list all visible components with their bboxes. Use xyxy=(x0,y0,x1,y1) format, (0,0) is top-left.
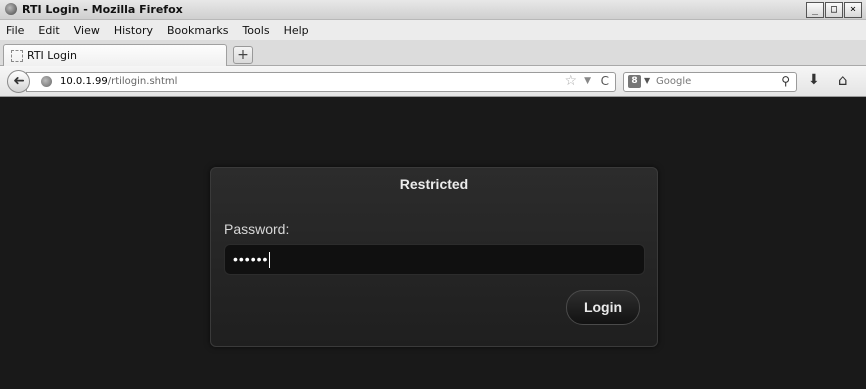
login-button[interactable]: Login xyxy=(566,290,640,325)
tab-label: RTI Login xyxy=(27,49,77,62)
panel-divider xyxy=(211,200,657,201)
title-bar: RTI Login - Mozilla Firefox _ □ × xyxy=(0,0,866,20)
navigation-bar: 10.0.1.99/rtilogin.shtml ☆ ▼ C ➜ 8 ▼ Goo… xyxy=(0,66,866,97)
menu-history[interactable]: History xyxy=(114,24,153,37)
tab-strip: RTI Login + xyxy=(0,40,866,66)
home-icon[interactable]: ⌂ xyxy=(838,71,848,89)
window-controls: _ □ × xyxy=(805,2,862,18)
back-button[interactable]: ➜ xyxy=(7,70,30,93)
engine-dropdown-icon[interactable]: ▼ xyxy=(644,76,650,85)
search-bar[interactable]: 8 ▼ Google ⚲ xyxy=(623,72,797,92)
url-bar[interactable]: 10.0.1.99/rtilogin.shtml ☆ ▼ C xyxy=(26,72,616,92)
minimize-button[interactable]: _ xyxy=(806,2,824,18)
tab-rti-login[interactable]: RTI Login xyxy=(3,44,227,66)
menu-bookmarks[interactable]: Bookmarks xyxy=(167,24,228,37)
window-title: RTI Login - Mozilla Firefox xyxy=(22,3,183,16)
password-value: •••••• xyxy=(233,251,269,267)
menu-edit[interactable]: Edit xyxy=(38,24,59,37)
maximize-button[interactable]: □ xyxy=(825,2,843,18)
search-engine-icon[interactable]: 8 xyxy=(628,75,641,88)
menu-tools[interactable]: Tools xyxy=(242,24,269,37)
back-arrow-icon: ➜ xyxy=(12,73,25,89)
magnifier-icon[interactable]: ⚲ xyxy=(781,74,790,88)
text-caret xyxy=(269,252,271,269)
menu-help[interactable]: Help xyxy=(284,24,309,37)
close-button[interactable]: × xyxy=(844,2,862,18)
page-icon xyxy=(11,50,23,62)
reload-icon[interactable]: C xyxy=(601,74,609,88)
globe-icon xyxy=(41,76,52,87)
firefox-icon xyxy=(5,3,17,15)
url-text[interactable]: 10.0.1.99/rtilogin.shtml xyxy=(60,76,177,87)
dropdown-icon[interactable]: ▼ xyxy=(584,76,591,86)
login-panel: Restricted Password: •••••• Login xyxy=(210,167,658,347)
downloads-icon[interactable]: ⬇ xyxy=(808,72,820,88)
menu-view[interactable]: View xyxy=(74,24,100,37)
url-path: /rtilogin.shtml xyxy=(107,76,178,87)
new-tab-button[interactable]: + xyxy=(233,46,253,64)
menu-bar: File Edit View History Bookmarks Tools H… xyxy=(0,20,866,40)
star-icon[interactable]: ☆ xyxy=(564,73,577,89)
page-viewport: Restricted Password: •••••• Login xyxy=(0,97,866,389)
menu-file[interactable]: File xyxy=(6,24,24,37)
panel-title: Restricted xyxy=(399,176,469,192)
search-input[interactable]: Google xyxy=(656,76,691,87)
password-label: Password: xyxy=(224,221,290,237)
password-field[interactable]: •••••• xyxy=(224,244,645,275)
url-host: 10.0.1.99 xyxy=(60,76,108,87)
